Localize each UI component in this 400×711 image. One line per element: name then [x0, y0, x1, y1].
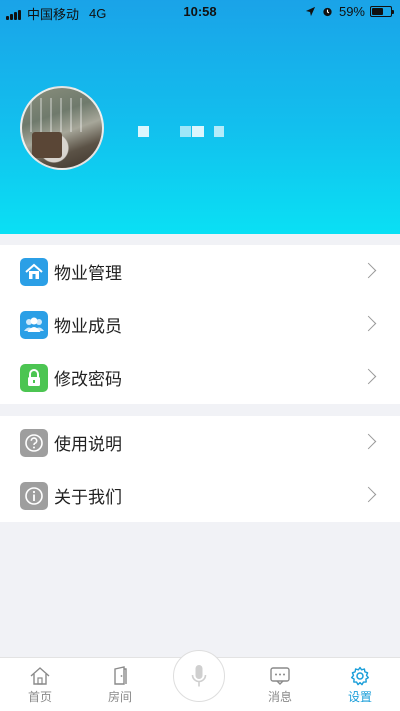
menu-item-about-us[interactable]: 关于我们: [0, 469, 400, 522]
alarm-icon: [323, 7, 332, 17]
chevron-right-icon: [360, 262, 377, 279]
tab-home[interactable]: 首页: [10, 666, 70, 705]
chevron-right-icon: [360, 486, 377, 503]
menu-item-property-members[interactable]: 物业成员: [0, 298, 400, 351]
members-icon: [20, 310, 48, 339]
menu-label: 物业成员: [54, 317, 122, 337]
location-arrow-icon: [305, 6, 316, 17]
menu-item-property-management[interactable]: 物业管理: [0, 245, 400, 298]
menu-label: 修改密码: [54, 370, 122, 390]
home-icon: [20, 257, 48, 286]
chevron-right-icon: [360, 368, 377, 385]
profile-header: 中国移动 4G 10:58 59%: [0, 0, 400, 234]
tab-label: 房间: [107, 690, 132, 704]
door-icon: [114, 666, 127, 685]
chevron-right-icon: [360, 433, 377, 450]
battery-icon: [370, 6, 394, 17]
voice-button[interactable]: [173, 650, 225, 702]
home-outline-icon: [30, 667, 50, 685]
battery-percent: 59%: [338, 4, 365, 19]
tab-label: 消息: [267, 690, 292, 704]
menu-label: 物业管理: [54, 264, 122, 284]
chevron-right-icon: [360, 315, 377, 332]
menu-group-property: 物业管理 物业成员 修改密码: [0, 245, 400, 404]
microphone-icon: [191, 665, 207, 687]
menu-group-help: 使用说明 关于我们: [0, 416, 400, 522]
avatar[interactable]: [20, 86, 104, 170]
tab-messages[interactable]: 消息: [250, 666, 310, 705]
tab-label: 首页: [27, 690, 52, 704]
menu-label: 使用说明: [54, 435, 122, 455]
status-right: 59%: [299, 4, 394, 19]
bottom-tab-bar: 首页 房间 消息 设置: [0, 650, 400, 711]
status-bar: 中国移动 4G 10:58 59%: [0, 0, 400, 22]
help-icon: [20, 428, 48, 457]
menu-item-change-password[interactable]: 修改密码: [0, 351, 400, 404]
menu-item-instructions[interactable]: 使用说明: [0, 416, 400, 469]
menu-label: 关于我们: [54, 488, 122, 508]
tab-rooms[interactable]: 房间: [90, 666, 150, 705]
message-icon: [270, 667, 290, 685]
gear-icon: [351, 666, 369, 686]
tab-label: 设置: [347, 690, 372, 704]
tab-settings[interactable]: 设置: [330, 666, 390, 705]
username-pixelated: [138, 126, 238, 138]
lock-icon: [20, 363, 48, 392]
battery-level: [372, 8, 383, 15]
info-icon: [20, 481, 48, 510]
